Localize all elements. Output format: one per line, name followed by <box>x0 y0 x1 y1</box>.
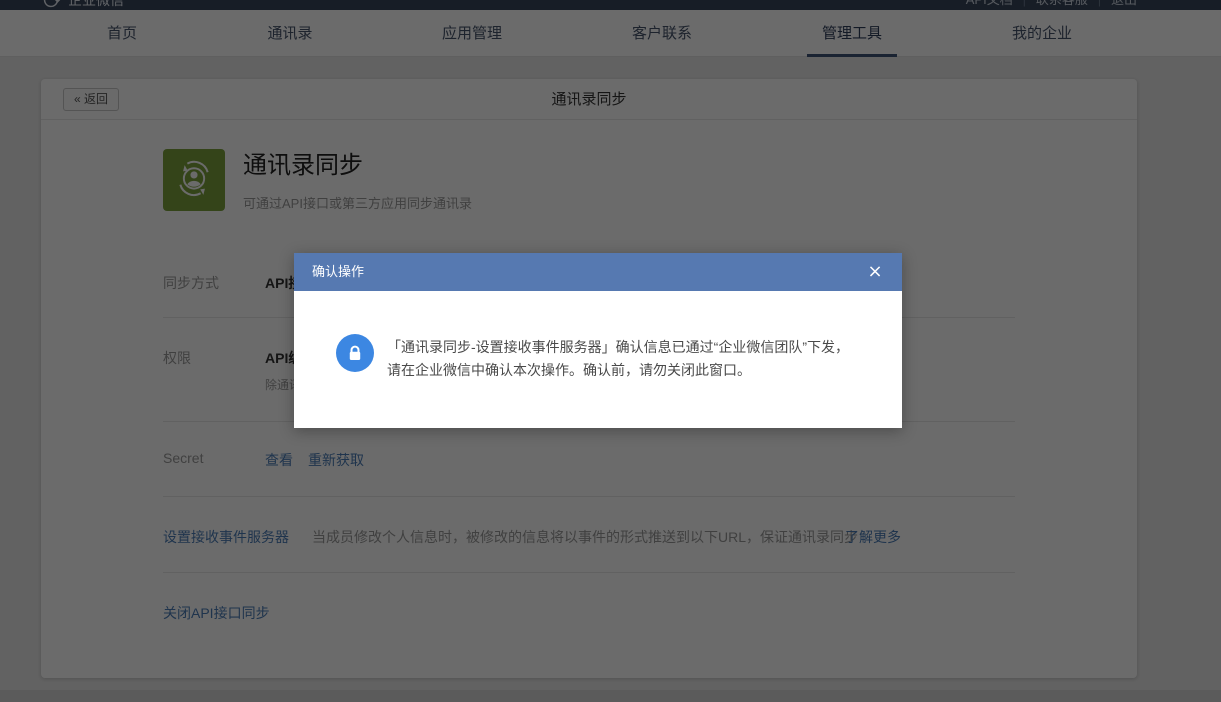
dialog-title: 确认操作 <box>312 253 364 291</box>
close-icon[interactable]: × <box>864 261 886 283</box>
dialog-header: 确认操作 × <box>294 253 902 291</box>
dialog-message-line1: 「通讯录同步-设置接收事件服务器」确认信息已通过“企业微信团队”下发， <box>387 336 867 359</box>
lock-icon <box>336 334 374 372</box>
dialog-body: 「通讯录同步-设置接收事件服务器」确认信息已通过“企业微信团队”下发， 请在企业… <box>294 291 902 428</box>
confirm-dialog: 确认操作 × 「通讯录同步-设置接收事件服务器」确认信息已通过“企业微信团队”下… <box>294 253 902 428</box>
dialog-message: 「通讯录同步-设置接收事件服务器」确认信息已通过“企业微信团队”下发， 请在企业… <box>387 336 867 382</box>
dialog-message-line2: 请在企业微信中确认本次操作。确认前，请勿关闭此窗口。 <box>387 359 867 382</box>
